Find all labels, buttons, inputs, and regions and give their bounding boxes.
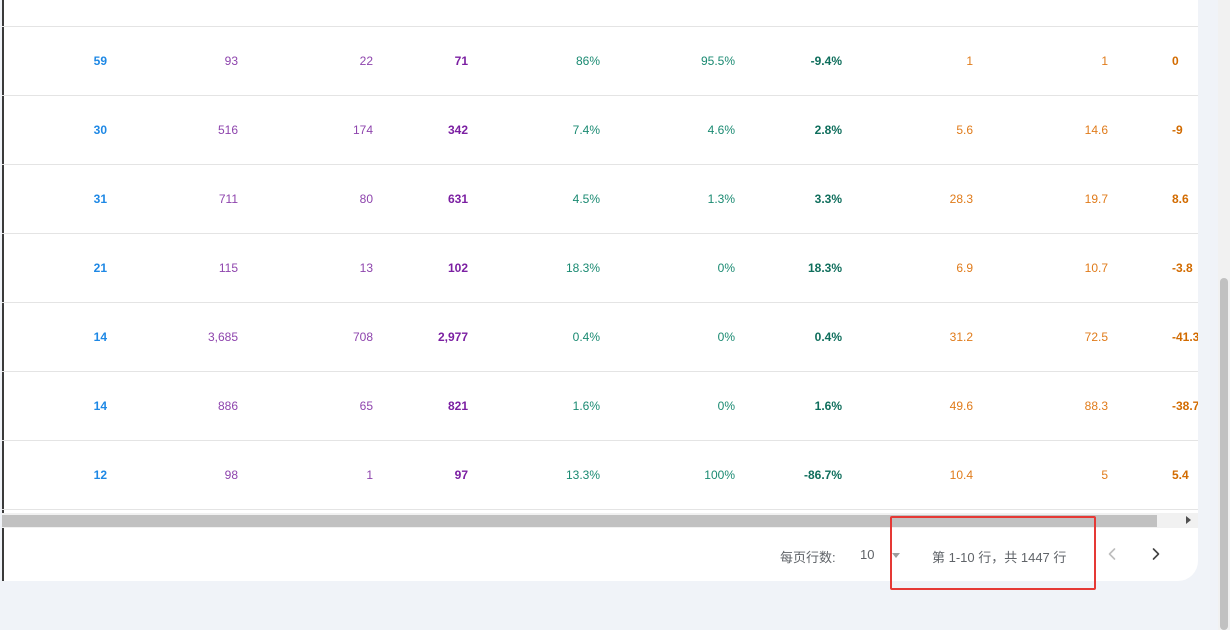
table-row: 30 516 174 342 7.4% 4.6% 2.8% 5.6 14.6 -9 bbox=[2, 96, 1198, 165]
table-cell: 711 bbox=[218, 192, 238, 206]
table-cell: 65 bbox=[359, 399, 373, 413]
table-row: 12 98 1 97 13.3% 100% -86.7% 10.4 5 5.4 bbox=[2, 441, 1198, 510]
table-cell: 10.7 bbox=[1084, 261, 1108, 275]
table-cell: 7.4% bbox=[572, 123, 600, 137]
table-cell: 5.4 bbox=[1172, 468, 1189, 482]
table-cell: 31.2 bbox=[949, 330, 973, 344]
table-cell: 86% bbox=[575, 54, 600, 68]
table-cell: -86.7% bbox=[803, 468, 842, 482]
table-cell: 1.6% bbox=[572, 399, 600, 413]
table-cell: 21 bbox=[93, 261, 107, 275]
table-cell: 72.5 bbox=[1084, 330, 1108, 344]
table-cell: 4.5% bbox=[572, 192, 600, 206]
table-cell: 95.5% bbox=[700, 54, 735, 68]
table-cell: 1.3% bbox=[707, 192, 735, 206]
table-cell: 100% bbox=[704, 468, 735, 482]
table-cell: 174 bbox=[352, 123, 373, 137]
table-cell: 13.3% bbox=[565, 468, 600, 482]
table-card: 59 93 22 71 86% 95.5% -9.4% 1 1 0 30 516 174 342 7.4% 4… bbox=[2, 0, 1198, 581]
table-cell: 10.4 bbox=[949, 468, 973, 482]
table-cell: -3.8 bbox=[1172, 261, 1193, 275]
table-row: 31 711 80 631 4.5% 1.3% 3.3% 28.3 19.7 8.6 bbox=[2, 165, 1198, 234]
table-cell: 1.6% bbox=[814, 399, 842, 413]
table-cell: 88.3 bbox=[1084, 399, 1108, 413]
vertical-scrollbar-thumb[interactable] bbox=[1220, 278, 1228, 630]
table-cell: 3,685 bbox=[207, 330, 238, 344]
table-cell: 4.6% bbox=[707, 123, 735, 137]
rows-per-page-value[interactable]: 10 bbox=[860, 547, 874, 562]
table-cell: 59 bbox=[93, 54, 107, 68]
pagination-bar: 每页行数: 10 第 1-10 行，共 1447 行 bbox=[2, 528, 1198, 581]
chevron-left-icon[interactable] bbox=[1100, 542, 1124, 566]
table-cell: -9 bbox=[1172, 123, 1183, 137]
table-cell: -9.4% bbox=[810, 54, 842, 68]
table-cell: 22 bbox=[359, 54, 373, 68]
table-cell: 516 bbox=[217, 123, 238, 137]
table-cell: 5 bbox=[1101, 468, 1108, 482]
table-cell: 3.3% bbox=[814, 192, 842, 206]
caret-down-icon[interactable] bbox=[892, 553, 900, 558]
table-cell: 0% bbox=[717, 399, 735, 413]
rows-per-page-label: 每页行数: bbox=[780, 550, 836, 565]
table-row: 21 115 13 102 18.3% 0% 18.3% 6.9 10.7 -3.8 bbox=[2, 234, 1198, 303]
table-cell: 0.4% bbox=[572, 330, 600, 344]
horizontal-scrollbar-thumb[interactable] bbox=[2, 515, 1157, 527]
table-cell: 708 bbox=[352, 330, 373, 344]
table-cell: 13 bbox=[359, 261, 373, 275]
table-cell: 0% bbox=[717, 330, 735, 344]
table-cell: 102 bbox=[447, 261, 468, 275]
table-cell: 31 bbox=[93, 192, 107, 206]
table-cell: 30 bbox=[93, 123, 107, 137]
table-row: 14 886 65 821 1.6% 0% 1.6% 49.6 88.3 -38.7 bbox=[2, 372, 1198, 441]
previous-page-button[interactable] bbox=[1100, 542, 1124, 566]
table-cell: 821 bbox=[447, 399, 468, 413]
table-cell: 98 bbox=[224, 468, 238, 482]
table-cell: 49.6 bbox=[949, 399, 973, 413]
table-cell: 6.9 bbox=[956, 261, 973, 275]
table-cell: 0% bbox=[717, 261, 735, 275]
table-cell: 2,977 bbox=[437, 330, 468, 344]
table-cell: 12 bbox=[93, 468, 107, 482]
table-cell: 14.6 bbox=[1084, 123, 1108, 137]
table-cell: 5.6 bbox=[956, 123, 973, 137]
table-cell: 886 bbox=[217, 399, 238, 413]
table-cell: 97 bbox=[454, 468, 468, 482]
table-cell: 2.8% bbox=[814, 123, 842, 137]
table-cell: 28.3 bbox=[949, 192, 973, 206]
table-cell: 14 bbox=[93, 330, 107, 344]
scroll-right-arrow-icon[interactable] bbox=[1186, 516, 1191, 524]
table-cell: 8.6 bbox=[1172, 192, 1189, 206]
table-cell: -41.3 bbox=[1172, 330, 1198, 344]
table-viewport: 59 93 22 71 86% 95.5% -9.4% 1 1 0 30 516 174 342 7.4% 4… bbox=[2, 0, 1198, 513]
table-cell: 14 bbox=[93, 399, 107, 413]
horizontal-scrollbar[interactable] bbox=[2, 513, 1198, 528]
pagination-range-text: 第 1-10 行，共 1447 行 bbox=[932, 550, 1067, 565]
table-cell: 0 bbox=[1172, 54, 1179, 68]
table-cell: 93 bbox=[224, 54, 238, 68]
table-row: 59 93 22 71 86% 95.5% -9.4% 1 1 0 bbox=[2, 27, 1198, 96]
table-cell: 80 bbox=[359, 192, 373, 206]
next-page-button[interactable] bbox=[1144, 542, 1168, 566]
table-cell: 19.7 bbox=[1084, 192, 1108, 206]
table-cell: 115 bbox=[218, 261, 238, 275]
table-row: 14 3,685 708 2,977 0.4% 0% 0.4% 31.2 72.5 -41.3 bbox=[2, 303, 1198, 372]
table-cell: 71 bbox=[454, 54, 468, 68]
table-cell: 18.3% bbox=[807, 261, 842, 275]
rows-per-page-select[interactable]: 10 bbox=[860, 542, 906, 566]
table-cell: 0.4% bbox=[814, 330, 842, 344]
table-cell: 1 bbox=[366, 468, 373, 482]
table-cell: -38.7 bbox=[1172, 399, 1198, 413]
table-cell: 342 bbox=[447, 123, 468, 137]
table-cell: 631 bbox=[447, 192, 468, 206]
table-cell: 1 bbox=[966, 54, 973, 68]
table-cell: 1 bbox=[1101, 54, 1108, 68]
chevron-right-icon[interactable] bbox=[1144, 542, 1168, 566]
table-cell: 18.3% bbox=[565, 261, 600, 275]
